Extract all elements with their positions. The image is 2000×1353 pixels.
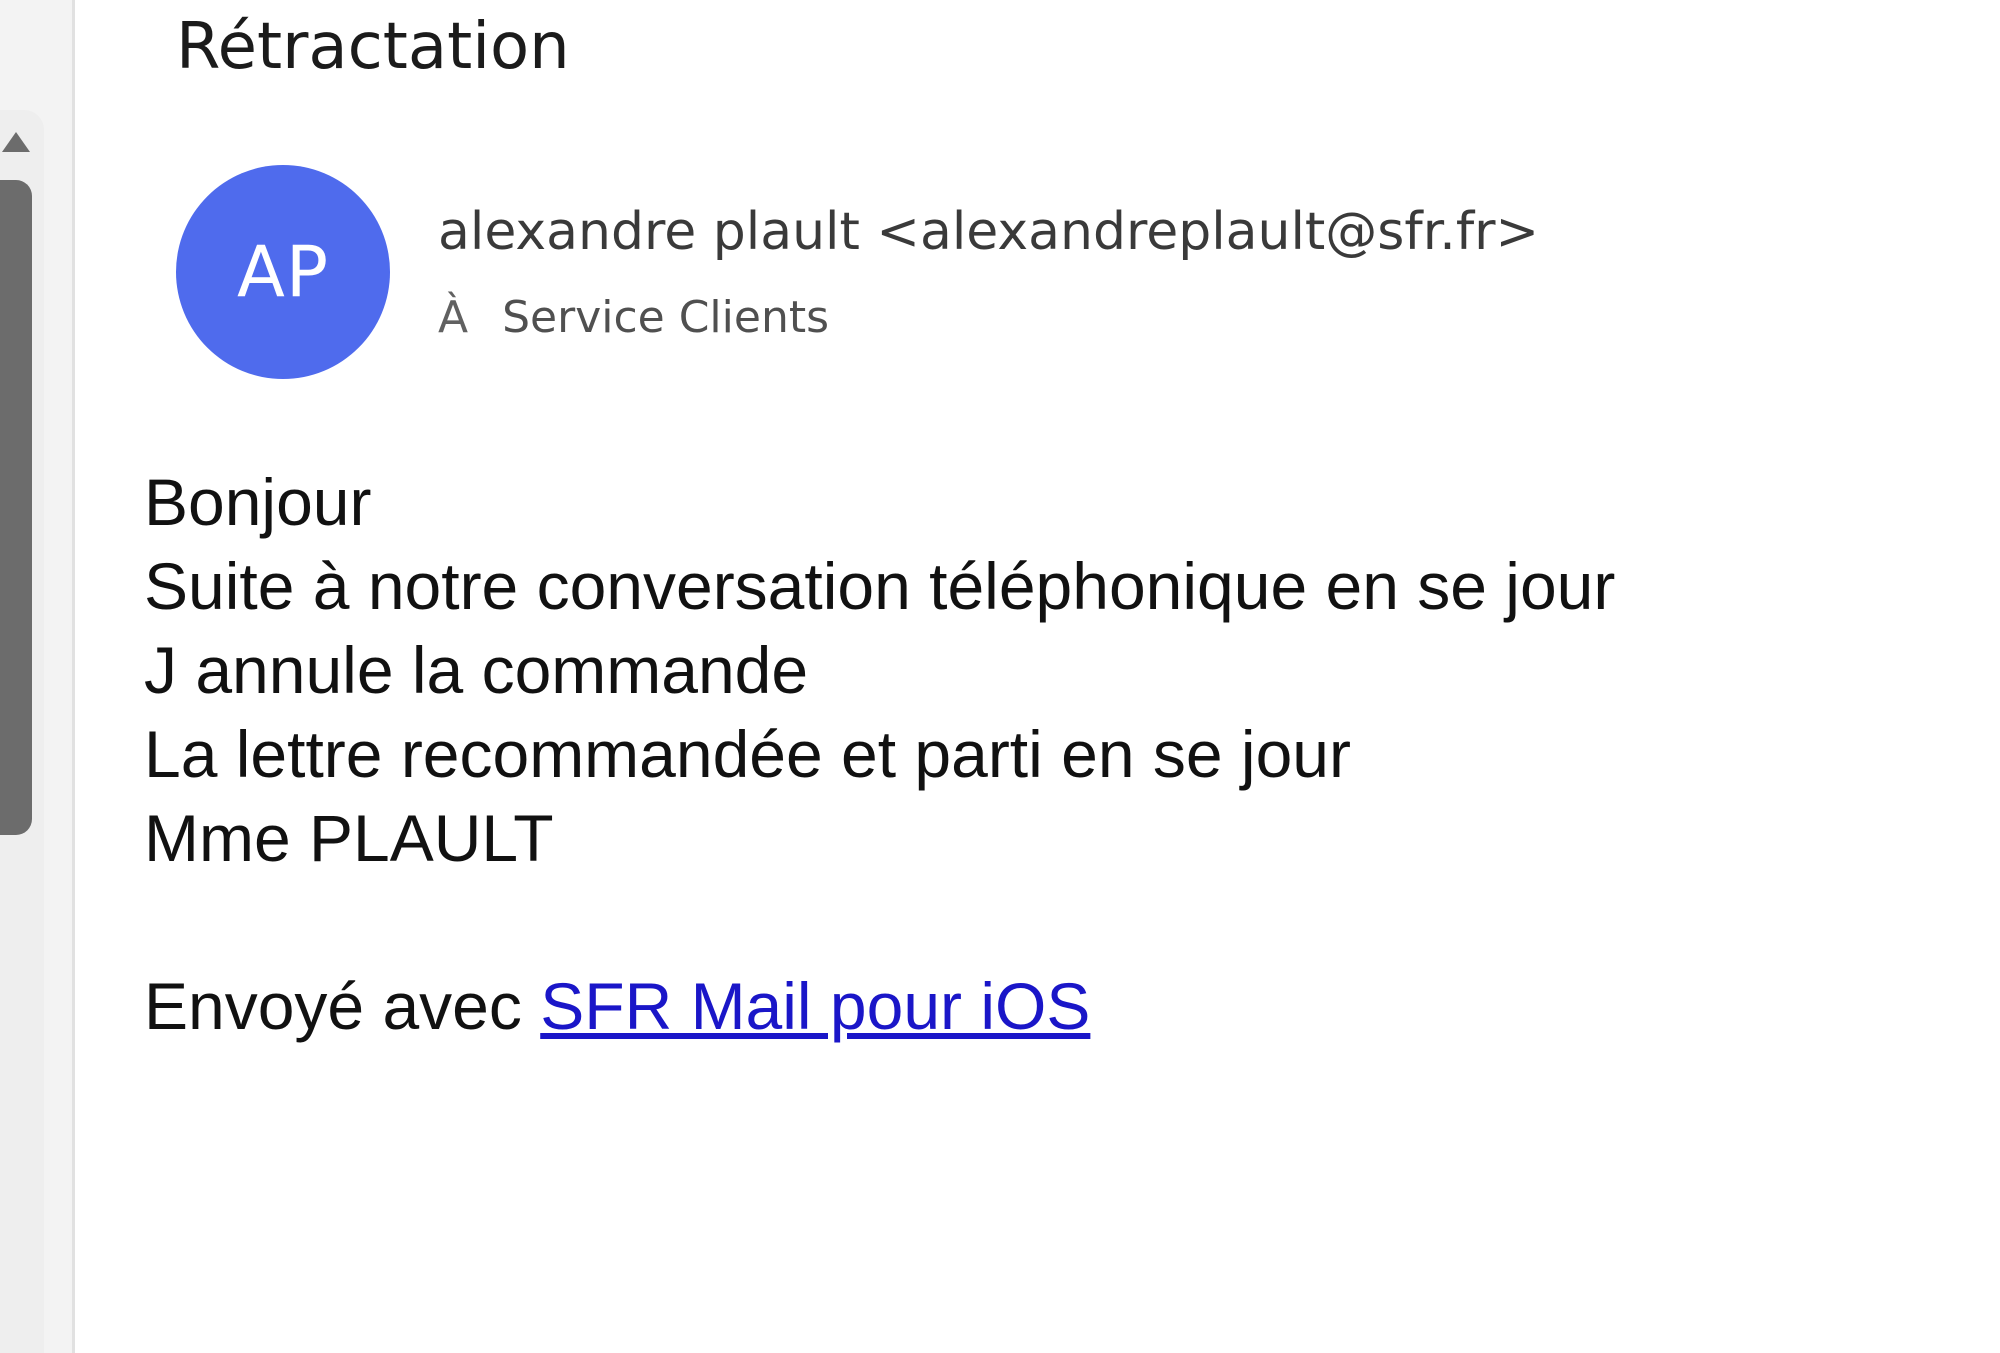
recipient-row: À Service Clients [438,282,829,352]
body-line: La lettre recommandée et parti en se jou… [144,717,1351,791]
sender-name[interactable]: alexandre plault <alexandreplault@sfr.fr… [438,196,1539,268]
sender-avatar[interactable]: AP [176,165,390,379]
signature-prefix: Envoyé avec [144,969,541,1043]
avatar-initials: AP [236,231,330,313]
signature-link[interactable]: SFR Mail pour iOS [540,969,1090,1043]
body-spacer [144,880,1615,964]
message-body: Bonjour Suite à notre conversation télép… [144,460,1615,1048]
body-line: Suite à notre conversation téléphonique … [144,549,1616,623]
scroll-up-icon[interactable] [0,122,32,156]
scrollbar-thumb[interactable] [0,180,32,835]
recipient-name[interactable]: Service Clients [502,292,829,343]
signature-line: Envoyé avec SFR Mail pour iOS [144,964,1615,1048]
email-subject: Rétractation [176,10,570,84]
to-label: À [438,291,469,343]
body-line: Bonjour [144,465,372,539]
body-line: J annule la commande [144,633,809,707]
left-gutter [0,0,75,1353]
body-line: Mme PLAULT [144,801,554,875]
